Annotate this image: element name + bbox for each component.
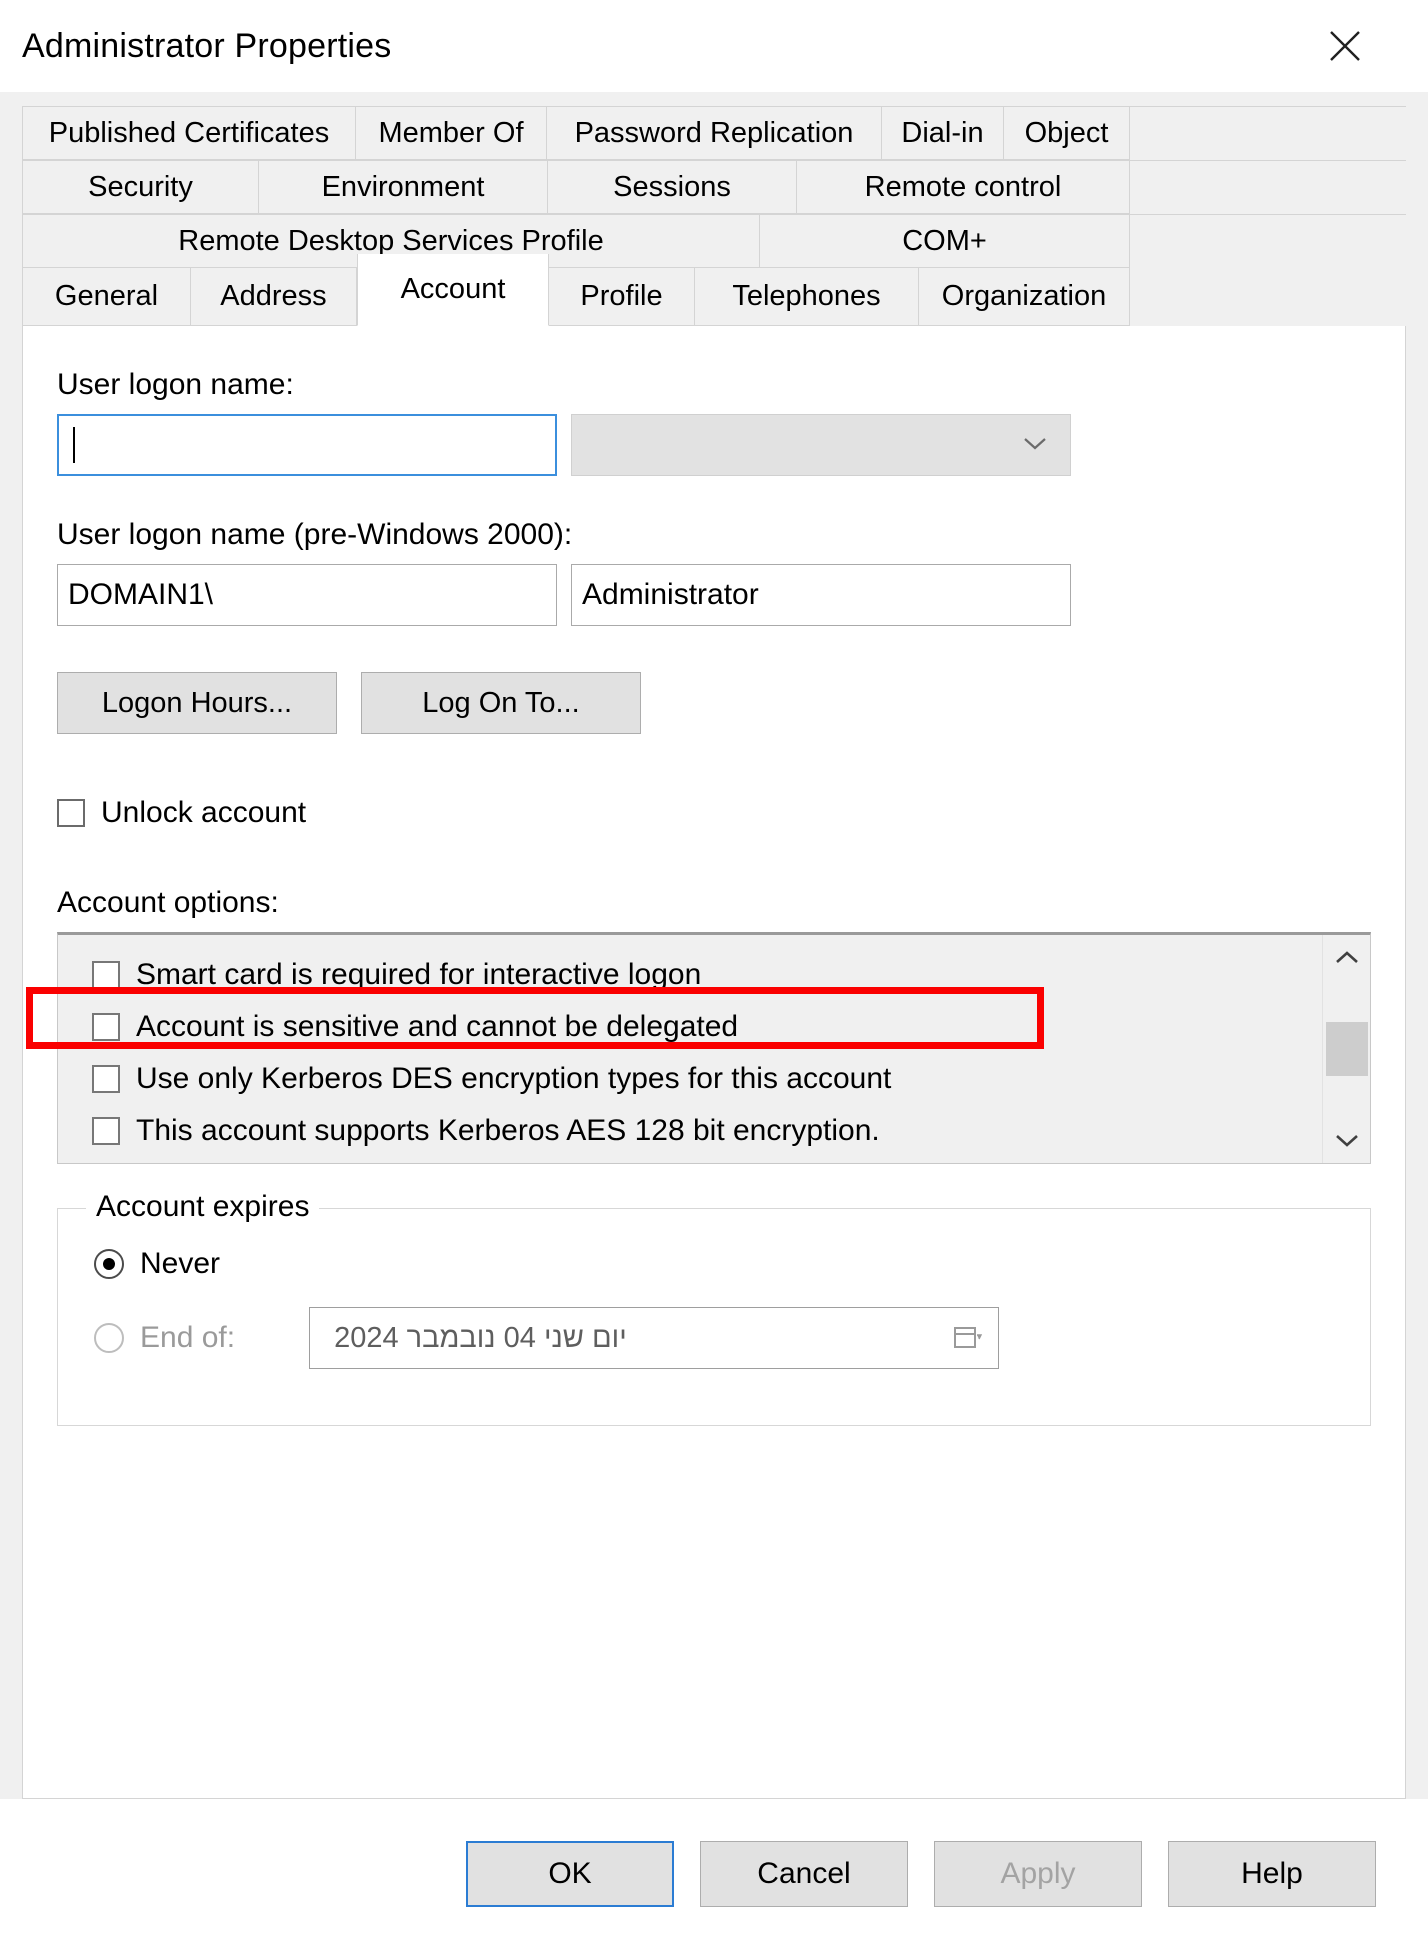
tab-published-certificates[interactable]: Published Certificates (23, 107, 356, 160)
account-expires-title: Account expires (86, 1190, 319, 1224)
list-item-label: This account supports Kerberos AES 128 b… (136, 1114, 880, 1148)
tab-account[interactable]: Account (357, 254, 549, 326)
account-options-listbox[interactable]: Smart card is required for interactive l… (57, 932, 1371, 1164)
list-item[interactable]: This account supports Kerberos AES 128 b… (92, 1105, 1322, 1157)
tab-strip: Published Certificates Member Of Passwor… (22, 106, 1406, 326)
smart-card-required-checkbox[interactable] (92, 961, 120, 989)
chevron-down-icon (1022, 435, 1048, 456)
account-options-list: Smart card is required for interactive l… (58, 935, 1322, 1163)
list-item[interactable]: Use only Kerberos DES encryption types f… (92, 1053, 1322, 1105)
help-button[interactable]: Help (1168, 1841, 1376, 1907)
tab-organization[interactable]: Organization (919, 268, 1130, 326)
ok-button[interactable]: OK (466, 1841, 674, 1907)
user-logon-name-label: User logon name: (57, 368, 1371, 402)
dialog-footer: OK Cancel Apply Help (0, 1799, 1428, 1949)
tab-environment[interactable]: Environment (259, 161, 548, 214)
unlock-account-checkbox-row[interactable]: Unlock account (57, 796, 1371, 830)
kerberos-aes128-checkbox[interactable] (92, 1117, 120, 1145)
pre2000-username-input[interactable]: Administrator (571, 564, 1071, 626)
unlock-account-label: Unlock account (101, 796, 306, 830)
kerberos-des-checkbox[interactable] (92, 1065, 120, 1093)
chevron-down-icon[interactable] (1333, 1127, 1361, 1153)
user-logon-name-row (57, 414, 1371, 476)
account-action-buttons: Logon Hours... Log On To... (57, 672, 1371, 734)
never-radio[interactable] (94, 1249, 124, 1279)
never-radio-row[interactable]: Never (58, 1247, 1370, 1281)
expiry-date-picker[interactable]: יום שני 04 נובמבר 2024 (309, 1307, 999, 1369)
pre2000-domain-input[interactable]: DOMAIN1\ (57, 564, 557, 626)
window-title: Administrator Properties (22, 27, 392, 66)
log-on-to-button[interactable]: Log On To... (361, 672, 641, 734)
tab-general[interactable]: General (23, 268, 191, 326)
scrollbar-thumb[interactable] (1326, 1022, 1368, 1076)
tab-remote-control[interactable]: Remote control (797, 161, 1130, 214)
never-label: Never (140, 1247, 220, 1281)
tab-member-of[interactable]: Member Of (356, 107, 547, 160)
list-item[interactable]: Smart card is required for interactive l… (92, 949, 1322, 1001)
dialog-body: Published Certificates Member Of Passwor… (0, 92, 1428, 1799)
list-item-label: Smart card is required for interactive l… (136, 958, 701, 992)
pre-windows-2000-label: User logon name (pre-Windows 2000): (57, 518, 1371, 552)
tab-profile[interactable]: Profile (549, 268, 695, 326)
user-logon-name-input[interactable] (57, 414, 557, 476)
end-of-radio[interactable] (94, 1323, 124, 1353)
account-expires-group: Account expires Never End of: יום שני 04… (57, 1208, 1371, 1426)
logon-hours-button[interactable]: Logon Hours... (57, 672, 337, 734)
tab-dial-in[interactable]: Dial-in (882, 107, 1004, 160)
tab-telephones[interactable]: Telephones (695, 268, 919, 326)
tab-address[interactable]: Address (191, 268, 357, 326)
expiry-date-value: יום שני 04 נובמבר 2024 (334, 1322, 627, 1355)
end-of-label: End of: (140, 1321, 235, 1355)
tab-row-4: General Address Account Profile Telephon… (22, 268, 1406, 326)
account-options-scrollbar[interactable] (1322, 935, 1370, 1163)
tab-com-plus[interactable]: COM+ (760, 215, 1130, 268)
account-options-label: Account options: (57, 886, 1371, 920)
text-caret (73, 427, 75, 463)
tab-row-2: Security Environment Sessions Remote con… (22, 160, 1406, 214)
tab-object[interactable]: Object (1004, 107, 1130, 160)
administrator-properties-dialog: Administrator Properties Published Certi… (0, 0, 1428, 1949)
tab-security[interactable]: Security (23, 161, 259, 214)
apply-button[interactable]: Apply (934, 1841, 1142, 1907)
account-sensitive-checkbox[interactable] (92, 1013, 120, 1041)
chevron-up-icon[interactable] (1333, 945, 1361, 971)
list-item-label: Account is sensitive and cannot be deleg… (136, 1010, 738, 1044)
cancel-button[interactable]: Cancel (700, 1841, 908, 1907)
tab-sessions[interactable]: Sessions (548, 161, 797, 214)
account-tab-panel: User logon name: User logon name (pre-Wi… (22, 326, 1406, 1799)
calendar-dropdown-icon[interactable] (954, 1325, 984, 1351)
list-item[interactable]: Account is sensitive and cannot be deleg… (92, 1001, 1322, 1053)
unlock-account-checkbox[interactable] (57, 799, 85, 827)
close-icon[interactable] (1302, 14, 1388, 78)
end-of-radio-row[interactable]: End of: יום שני 04 נובמבר 2024 (58, 1307, 1370, 1369)
upn-suffix-select[interactable] (571, 414, 1071, 476)
pre-windows-2000-row: DOMAIN1\ Administrator (57, 564, 1371, 626)
list-item-label: Use only Kerberos DES encryption types f… (136, 1062, 891, 1096)
title-bar: Administrator Properties (0, 0, 1428, 92)
tab-password-replication[interactable]: Password Replication (547, 107, 882, 160)
tab-row-3: Remote Desktop Services Profile COM+ (22, 214, 1406, 268)
tab-row-1: Published Certificates Member Of Passwor… (22, 106, 1406, 160)
